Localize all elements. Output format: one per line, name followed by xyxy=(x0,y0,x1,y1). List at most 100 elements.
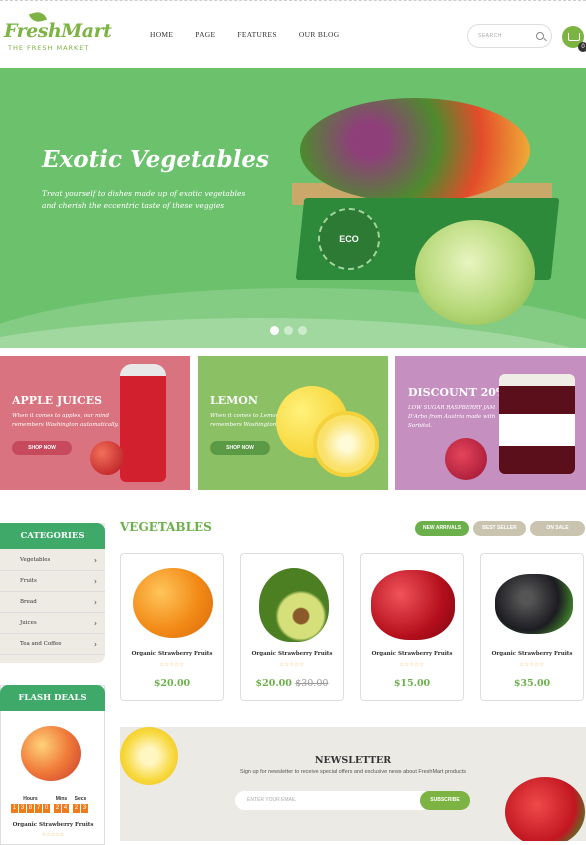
cart-count-badge: 0 xyxy=(578,42,586,52)
product-name[interactable]: Organic Strawberry Fruits xyxy=(361,651,463,657)
promo-discount[interactable]: DISCOUNT 20% LOW SUGAR RASPBERRY JAM D'A… xyxy=(395,356,586,490)
product-card[interactable]: Organic Strawberry Fruits ☆☆☆☆☆ $15.00 xyxy=(360,553,464,701)
nav-features[interactable]: FEATURES xyxy=(237,30,277,39)
flash-product-name[interactable]: Organic Strawberry Fruits xyxy=(1,822,105,828)
nav-home[interactable]: HOME xyxy=(150,30,173,39)
digit: 2 xyxy=(73,804,80,813)
shop-now-button[interactable]: SHOP NOW xyxy=(12,441,72,455)
site-header: FreshMart THE FRESH MARKET HOME PAGE FEA… xyxy=(0,4,586,68)
rating-stars: ☆☆☆☆☆ xyxy=(399,662,425,668)
newsletter-section: NEWSLETTER Sign up for newsletter to rec… xyxy=(120,727,586,841)
flash-deals-panel: FLASH DEALS Hours 13870 Mins 24 Secs 23 … xyxy=(0,685,105,845)
digit: 1 xyxy=(11,804,18,813)
product-name[interactable]: Organic Strawberry Fruits xyxy=(121,651,223,657)
section-title: VEGETABLES xyxy=(120,520,212,534)
lemon-slice-image xyxy=(313,411,379,477)
vegetable-pile xyxy=(300,98,530,203)
search-input[interactable]: SEARCH xyxy=(467,24,552,48)
slider-dot-2[interactable] xyxy=(284,326,293,335)
top-divider xyxy=(0,0,586,3)
subscribe-button[interactable]: SUBSCRIBE xyxy=(420,791,470,810)
blackberry-image xyxy=(495,574,573,634)
hours-label: Hours xyxy=(23,796,38,802)
digit: 3 xyxy=(81,804,88,813)
avocado-image xyxy=(259,568,329,642)
eco-seal: ECO xyxy=(318,208,380,270)
categories-panel: CATEGORIES Vegetables Fruits Bread Juice… xyxy=(0,523,105,663)
digit: 4 xyxy=(62,804,69,813)
logo-name: FreshMart xyxy=(4,20,112,42)
shop-now-button[interactable]: SHOP NOW xyxy=(210,441,270,455)
rating-stars: ☆☆☆☆☆ xyxy=(279,662,305,668)
raspberry-image xyxy=(445,438,487,480)
category-fruits[interactable]: Fruits xyxy=(0,571,105,592)
product-name[interactable]: Organic Strawberry Fruits xyxy=(241,651,343,657)
category-bread[interactable]: Bread xyxy=(0,592,105,613)
product-card[interactable]: Organic Strawberry Fruits ☆☆☆☆☆ $20.00 $… xyxy=(240,553,344,701)
product-card[interactable]: Organic Strawberry Fruits ☆☆☆☆☆ $20.00 xyxy=(120,553,224,701)
peach-image[interactable] xyxy=(21,726,81,781)
slider-dots xyxy=(270,326,307,335)
product-price: $15.00 xyxy=(361,678,463,689)
tab-on-sale[interactable]: ON SALE xyxy=(530,521,585,536)
apples-image xyxy=(371,570,455,640)
countdown-timer: Hours 13870 Mins 24 Secs 23 xyxy=(11,796,88,813)
nav-page[interactable]: PAGE xyxy=(195,30,215,39)
digit: 7 xyxy=(35,804,42,813)
rating-stars: ☆☆☆☆☆ xyxy=(159,662,185,668)
rating-stars: ☆☆☆☆☆ xyxy=(519,662,545,668)
price-value: $20.00 xyxy=(153,678,191,689)
digit: 2 xyxy=(54,804,61,813)
categories-title: CATEGORIES xyxy=(0,523,105,549)
mins-label: Mins xyxy=(55,796,68,802)
hero-slider: Exotic Vegetables Treat yourself to dish… xyxy=(0,68,586,348)
promo-text: LOW SUGAR RASPBERRY JAM D'Arbo from Aust… xyxy=(408,405,496,429)
slider-dot-3[interactable] xyxy=(298,326,307,335)
tab-best-seller[interactable]: BEST SELLER xyxy=(473,521,526,536)
jam-jar-image xyxy=(499,374,575,474)
newsletter-text: Sign up for newsletter to receive specia… xyxy=(239,769,467,775)
newsletter-title: NEWSLETTER xyxy=(314,755,392,766)
juice-bottle-image xyxy=(120,364,166,482)
slider-dot-1[interactable] xyxy=(270,326,279,335)
rating-stars: ☆☆☆☆☆ xyxy=(41,832,65,838)
email-field[interactable]: ENTER YOUR EMAIL xyxy=(235,791,425,810)
digit: 8 xyxy=(27,804,34,813)
search-icon[interactable] xyxy=(536,32,544,40)
promo-lemon[interactable]: LEMON When it comes to Lemon, our mind r… xyxy=(198,356,388,490)
product-name[interactable]: Organic Strawberry Fruits xyxy=(481,651,583,657)
digit: 3 xyxy=(19,804,26,813)
main-nav: HOME PAGE FEATURES OUR BLOG xyxy=(150,30,361,39)
product-card[interactable]: Organic Strawberry Fruits ☆☆☆☆☆ $35.00 xyxy=(480,553,584,701)
category-vegetables[interactable]: Vegetables xyxy=(0,550,105,571)
promo-text: When it comes to apples, our mind rememb… xyxy=(12,413,119,428)
promo-title: DISCOUNT 20% xyxy=(408,386,507,399)
price-value: $20.00 xyxy=(255,678,292,689)
secs-label: Secs xyxy=(74,796,87,802)
product-price: $20.00 $30.00 xyxy=(241,678,343,689)
product-price: $20.00 xyxy=(121,678,223,689)
hero-title: Exotic Vegetables xyxy=(42,146,269,173)
product-price: $35.00 xyxy=(481,678,583,689)
logo-tagline: THE FRESH MARKET xyxy=(8,44,90,52)
flash-deals-title: FLASH DEALS xyxy=(0,685,105,711)
promo-apple-juices[interactable]: APPLE JUICES When it comes to apples, ou… xyxy=(0,356,190,490)
orange-image xyxy=(133,568,213,638)
timer-secs: Secs 23 xyxy=(73,796,88,813)
price-value: $35.00 xyxy=(513,678,551,689)
digit: 0 xyxy=(43,804,50,813)
hero-text: Treat yourself to dishes made up of exot… xyxy=(42,189,246,210)
tab-new-arrivals[interactable]: NEW ARRIVALS xyxy=(415,521,469,536)
email-placeholder: ENTER YOUR EMAIL xyxy=(247,797,297,803)
timer-mins: Mins 24 xyxy=(54,796,69,813)
price-value: $15.00 xyxy=(393,678,431,689)
search-placeholder: SEARCH xyxy=(478,33,502,39)
category-tea-coffee[interactable]: Tea and Coffee xyxy=(0,634,105,655)
promo-title: APPLE JUICES xyxy=(12,394,103,407)
promo-title: LEMON xyxy=(210,394,258,407)
nav-blog[interactable]: OUR BLOG xyxy=(299,30,340,39)
category-juices[interactable]: Juices xyxy=(0,613,105,634)
strawberry-image xyxy=(505,777,585,841)
timer-hours: Hours 13870 xyxy=(11,796,50,813)
logo[interactable]: FreshMart THE FRESH MARKET xyxy=(2,10,112,58)
